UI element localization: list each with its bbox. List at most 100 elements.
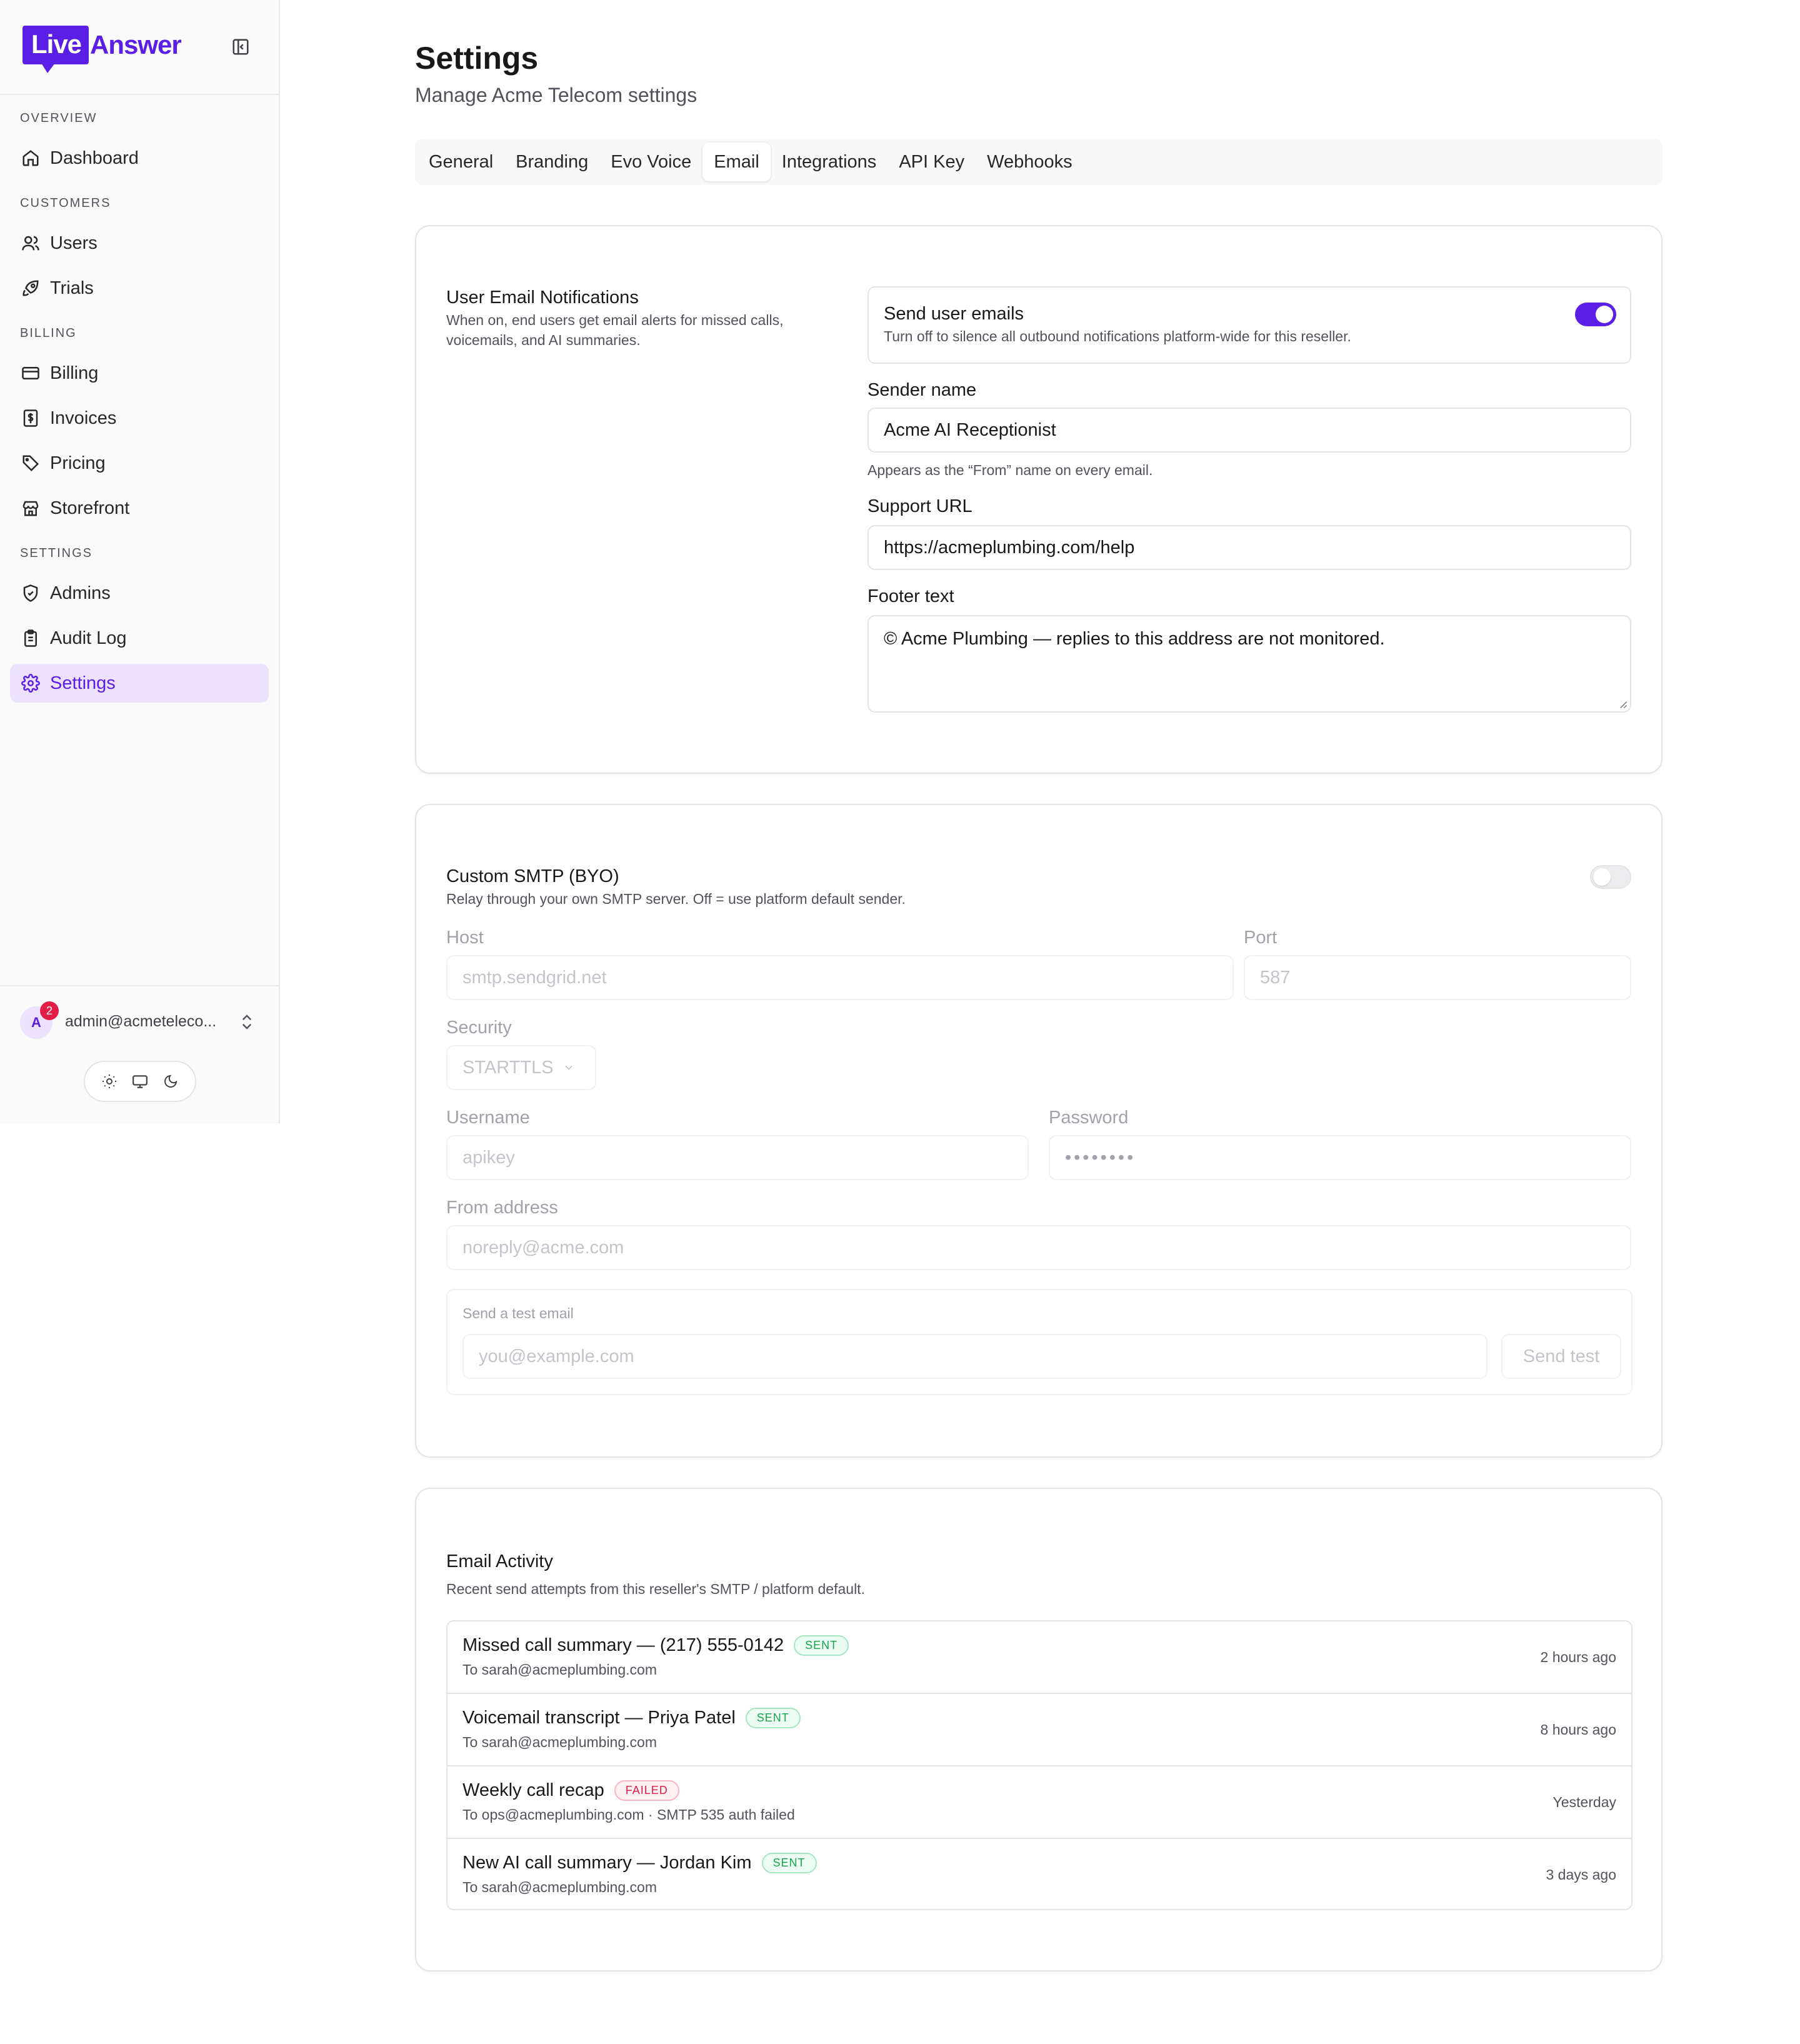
smtp-title: Custom SMTP (BYO): [446, 866, 619, 886]
chevron-down-icon: [564, 1065, 572, 1070]
panel-left-icon: [232, 39, 249, 55]
username-input[interactable]: apikey: [446, 1135, 1029, 1180]
sidebar-item-audit-log[interactable]: Audit Log: [10, 619, 269, 658]
from-address-label: From address: [446, 1198, 558, 1218]
sidebar: Live Answer OVERVIEW Dashboard CUSTOMERS…: [0, 0, 280, 1123]
footer-text-label: Footer text: [868, 586, 954, 606]
activity-subject-text: Missed call summary — (217) 555-0142: [462, 1635, 784, 1655]
logo-row: Live Answer: [0, 0, 279, 95]
tab-branding[interactable]: Branding: [504, 143, 599, 181]
activity-time: Yesterday: [1552, 1794, 1616, 1810]
activity-list: Missed call summary — (217) 555-0142 SENT…: [446, 1620, 1632, 1910]
page-subtitle: Manage Acme Telecom settings: [415, 84, 698, 106]
security-select[interactable]: STARTTLS: [446, 1045, 596, 1090]
activity-subject-text: Weekly call recap: [462, 1780, 604, 1800]
email-activity-card: Email Activity Recent send attempts from…: [415, 1488, 1662, 1971]
activity-description: Recent send attempts from this reseller'…: [446, 1581, 865, 1597]
send-test-box: Send a test email you@example.com Send t…: [446, 1289, 1632, 1395]
sidebar-item-label: Settings: [50, 673, 116, 693]
activity-time: 2 hours ago: [1540, 1649, 1616, 1665]
user-email[interactable]: admin@acmeteleco...: [65, 1013, 216, 1031]
sidebar-item-label: Invoices: [50, 408, 117, 428]
list-item[interactable]: Missed call summary — (217) 555-0142 SENT…: [448, 1621, 1631, 1694]
sidebar-item-label: Storefront: [50, 498, 130, 518]
sidebar-item-label: Admins: [50, 583, 111, 603]
password-input[interactable]: ••••••••: [1049, 1135, 1631, 1180]
username-label: Username: [446, 1108, 530, 1128]
tab-webhooks[interactable]: Webhooks: [976, 143, 1084, 181]
list-item[interactable]: Voicemail transcript — Priya Patel SENT T…: [448, 1694, 1631, 1766]
sidebar-item-invoices[interactable]: Invoices: [10, 399, 269, 438]
tab-integrations[interactable]: Integrations: [771, 143, 888, 181]
sender-name-label: Sender name: [868, 380, 977, 400]
sender-name-input[interactable]: Acme AI Receptionist: [868, 408, 1631, 453]
home-icon: [20, 148, 41, 169]
sidebar-item-trials[interactable]: Trials: [10, 269, 269, 308]
activity-time: 8 hours ago: [1540, 1721, 1616, 1738]
activity-recipient: To sarah@acmeplumbing.com: [462, 1661, 657, 1678]
send-user-emails-box: Send user emails Turn off to silence all…: [868, 286, 1631, 364]
send-user-emails-toggle[interactable]: [1575, 303, 1616, 326]
activity-time: 3 days ago: [1546, 1866, 1616, 1883]
status-badge: SENT: [794, 1635, 849, 1656]
from-address-input[interactable]: noreply@acme.com: [446, 1225, 1631, 1270]
send-test-button[interactable]: Send test: [1501, 1334, 1621, 1379]
tab-email[interactable]: Email: [702, 143, 771, 181]
theme-switcher: [84, 1061, 196, 1102]
activity-recipient: To sarah@acmeplumbing.com: [462, 1879, 657, 1895]
moon-icon[interactable]: [161, 1072, 180, 1091]
send-user-emails-label: Send user emails: [884, 304, 1024, 324]
activity-recipient: To sarah@acmeplumbing.com: [462, 1734, 657, 1750]
tag-icon: [20, 453, 41, 474]
support-url-input[interactable]: https://acmeplumbing.com/help: [868, 525, 1631, 570]
sidebar-item-settings[interactable]: Settings: [10, 664, 269, 703]
host-label: Host: [446, 928, 484, 948]
sidebar-item-dashboard[interactable]: Dashboard: [10, 139, 269, 178]
sender-name-help: Appears as the “From” name on every emai…: [868, 462, 1153, 478]
footer-text-textarea[interactable]: © Acme Plumbing — replies to this addres…: [868, 615, 1631, 713]
logo-mark: Live: [22, 26, 89, 73]
chevron-up-down-icon[interactable]: [238, 1013, 259, 1034]
notifications-card: User Email Notifications When on, end us…: [415, 225, 1662, 774]
nav-section-customers: CUSTOMERS: [20, 196, 111, 210]
tab-api-key[interactable]: API Key: [888, 143, 976, 181]
smtp-description: Relay through your own SMTP server. Off …: [446, 891, 906, 907]
activity-subject-text: New AI call summary — Jordan Kim: [462, 1853, 752, 1873]
password-label: Password: [1049, 1108, 1129, 1128]
receipt-icon: [20, 408, 41, 429]
sun-icon[interactable]: [100, 1072, 119, 1091]
sidebar-item-admins[interactable]: Admins: [10, 574, 269, 613]
shield-icon: [20, 583, 41, 604]
liveanswer-logo[interactable]: Live Answer: [22, 23, 182, 73]
rocket-icon: [20, 278, 41, 299]
notifications-description: When on, end users get email alerts for …: [446, 312, 784, 348]
list-item[interactable]: New AI call summary — Jordan Kim SENT To …: [448, 1839, 1631, 1911]
monitor-icon[interactable]: [131, 1072, 149, 1091]
list-item[interactable]: Weekly call recap FAILED To ops@acmeplumb…: [448, 1766, 1631, 1839]
activity-subject-text: Voicemail transcript — Priya Patel: [462, 1708, 736, 1728]
sidebar-item-label: Billing: [50, 363, 99, 383]
credit-card-icon: [20, 363, 41, 384]
custom-smtp-toggle[interactable]: [1590, 865, 1631, 889]
collapse-sidebar-button[interactable]: [230, 36, 251, 58]
logo-wordmark: Answer: [90, 30, 182, 59]
port-input[interactable]: 587: [1244, 955, 1631, 1000]
gear-icon: [20, 673, 41, 694]
sidebar-item-label: Pricing: [50, 453, 106, 473]
send-test-label: Send a test email: [462, 1305, 574, 1321]
sidebar-item-billing[interactable]: Billing: [10, 354, 269, 393]
nav-section-settings: SETTINGS: [20, 546, 93, 560]
sidebar-item-pricing[interactable]: Pricing: [10, 444, 269, 483]
nav-section-billing: BILLING: [20, 326, 77, 340]
activity-subject: Weekly call recap FAILED: [462, 1780, 679, 1801]
sidebar-item-storefront[interactable]: Storefront: [10, 489, 269, 528]
clipboard-icon: [20, 628, 41, 649]
tab-evo-voice[interactable]: Evo Voice: [599, 143, 702, 181]
resize-handle-icon[interactable]: [1619, 700, 1628, 709]
sidebar-item-users[interactable]: Users: [10, 224, 269, 263]
footer-text-value: © Acme Plumbing — replies to this addres…: [884, 629, 1385, 649]
settings-tabs: General Branding Evo Voice Email Integra…: [415, 139, 1662, 185]
tab-general[interactable]: General: [418, 143, 504, 181]
host-input[interactable]: smtp.sendgrid.net: [446, 955, 1234, 1000]
test-email-input[interactable]: you@example.com: [462, 1334, 1488, 1379]
